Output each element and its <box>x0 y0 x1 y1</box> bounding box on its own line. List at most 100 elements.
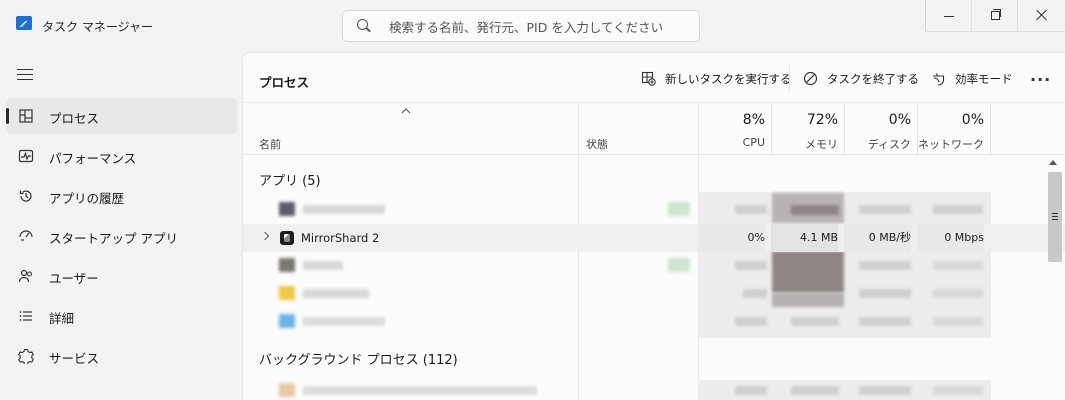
sidebar-item-performance[interactable]: パフォーマンス <box>6 138 237 174</box>
sidebar-item-users[interactable]: ユーザー <box>6 258 237 294</box>
more-options-icon[interactable]: ··· <box>1030 70 1051 89</box>
column-header-disk[interactable]: ディスク <box>844 136 911 152</box>
network-value: 0 Mbps <box>917 224 984 252</box>
table-row[interactable] <box>243 196 1065 224</box>
minimize-button[interactable] <box>925 0 971 32</box>
performance-icon <box>18 149 34 163</box>
toolbar-separator <box>789 65 790 91</box>
sort-ascending-icon[interactable] <box>401 108 411 114</box>
group-background-processes[interactable]: バックグラウンド プロセス (112) <box>259 349 458 368</box>
expand-chevron-icon[interactable] <box>260 231 270 241</box>
disk-total-value[interactable]: 0% <box>844 112 911 128</box>
disk-blurred <box>859 205 911 214</box>
sidebar-item-label: ユーザー <box>49 271 99 286</box>
close-button[interactable] <box>1017 0 1065 32</box>
table-row[interactable] <box>243 252 1065 280</box>
network-total-value[interactable]: 0% <box>917 112 984 128</box>
sidebar-item-services[interactable]: サービス <box>6 338 237 374</box>
memory-blurred <box>791 317 839 326</box>
processes-icon <box>19 109 33 123</box>
disk-blurred <box>859 317 911 326</box>
app-name-blurred <box>303 289 369 298</box>
sidebar-item-label: サービス <box>49 351 100 366</box>
title-bar: タスク マネージャー <box>0 0 1065 52</box>
table-row-mirrorshard[interactable]: MirrorShard 2 0% 4.1 MB 0 MB/秒 0 Mbps <box>243 224 1065 252</box>
table-row[interactable] <box>243 280 1065 308</box>
cpu-total-value[interactable]: 8% <box>698 112 765 128</box>
sidebar-item-label: 詳細 <box>49 311 75 326</box>
memory-blurred <box>791 205 839 215</box>
memory-total-value[interactable]: 72% <box>771 112 838 128</box>
app-icon <box>279 383 295 397</box>
status-indicator <box>668 258 690 272</box>
sidebar-item-details[interactable]: 詳細 <box>6 298 237 334</box>
column-header-name[interactable]: 名前 <box>259 136 281 152</box>
page-title: プロセス <box>259 75 310 90</box>
table-row[interactable] <box>243 377 1065 400</box>
app-icon <box>279 202 295 216</box>
column-divider <box>990 103 991 156</box>
task-manager-app-icon <box>16 16 32 30</box>
memory-value: 4.1 MB <box>771 224 838 252</box>
cpu-blurred <box>735 317 767 326</box>
sidebar-item-label: パフォーマンス <box>49 151 137 166</box>
app-name-blurred <box>303 317 385 326</box>
end-task-label: タスクを終了する <box>827 72 919 86</box>
network-blurred <box>933 386 983 395</box>
close-icon <box>1036 9 1048 21</box>
network-blurred <box>933 261 983 270</box>
cpu-blurred <box>735 261 767 270</box>
leaf-icon <box>933 73 945 86</box>
new-task-icon <box>641 71 656 86</box>
table-row[interactable] <box>243 308 1065 336</box>
hamburger-menu-icon[interactable] <box>17 69 33 81</box>
sidebar-item-label: アプリの履歴 <box>49 191 125 206</box>
column-divider <box>578 103 579 156</box>
column-header-row: 名前 状態 8% CPU 72% メモリ 0% ディスク 0% ネットワーク <box>243 102 1065 156</box>
sidebar-item-startup-apps[interactable]: スタートアップ アプリ <box>6 218 237 254</box>
cpu-blurred <box>735 205 767 214</box>
maximize-button[interactable] <box>971 0 1017 32</box>
network-blurred <box>933 317 983 326</box>
app-title: タスク マネージャー <box>42 20 153 34</box>
sidebar-item-processes[interactable]: プロセス <box>6 98 237 134</box>
process-name-blurred <box>303 386 537 395</box>
minimize-icon <box>944 16 954 17</box>
search-icon <box>357 19 368 30</box>
column-header-memory[interactable]: メモリ <box>771 136 838 152</box>
disk-value: 0 MB/秒 <box>844 224 911 252</box>
column-header-network[interactable]: ネットワーク <box>917 136 984 152</box>
users-icon <box>18 269 33 283</box>
app-icon <box>279 314 295 328</box>
group-apps[interactable]: アプリ (5) <box>259 170 321 189</box>
cpu-blurred <box>735 386 767 395</box>
memory-blurred <box>791 386 839 395</box>
services-icon <box>18 348 34 364</box>
search-box[interactable] <box>342 10 700 42</box>
sidebar-item-label: スタートアップ アプリ <box>49 231 178 246</box>
search-input[interactable] <box>389 17 689 37</box>
cpu-value: 0% <box>698 224 765 252</box>
network-blurred <box>933 205 983 214</box>
disk-blurred <box>859 386 911 395</box>
efficiency-mode-label: 効率モード <box>955 72 1013 86</box>
cpu-blurred <box>743 289 767 298</box>
column-header-status[interactable]: 状態 <box>586 136 608 152</box>
restore-icon <box>991 9 1001 20</box>
processes-panel: プロセス 新しいタスクを実行する タスクを終了する 効率モード ··· 名前 状… <box>242 52 1065 400</box>
sidebar-item-app-history[interactable]: アプリの履歴 <box>6 178 237 214</box>
network-blurred <box>933 289 983 298</box>
end-task-icon <box>803 71 818 86</box>
run-new-task-label: 新しいタスクを実行する <box>665 72 792 86</box>
status-indicator <box>668 202 690 216</box>
app-icon <box>279 286 295 300</box>
app-name-blurred <box>303 205 385 214</box>
startup-icon <box>19 230 33 241</box>
app-name-blurred <box>303 261 343 270</box>
mirrorshard-app-icon <box>280 231 294 245</box>
scroll-up-arrow-icon[interactable] <box>1049 160 1057 165</box>
history-icon <box>19 190 32 202</box>
process-name: MirrorShard 2 <box>301 231 380 245</box>
column-header-cpu[interactable]: CPU <box>698 136 765 149</box>
details-icon <box>19 311 32 321</box>
